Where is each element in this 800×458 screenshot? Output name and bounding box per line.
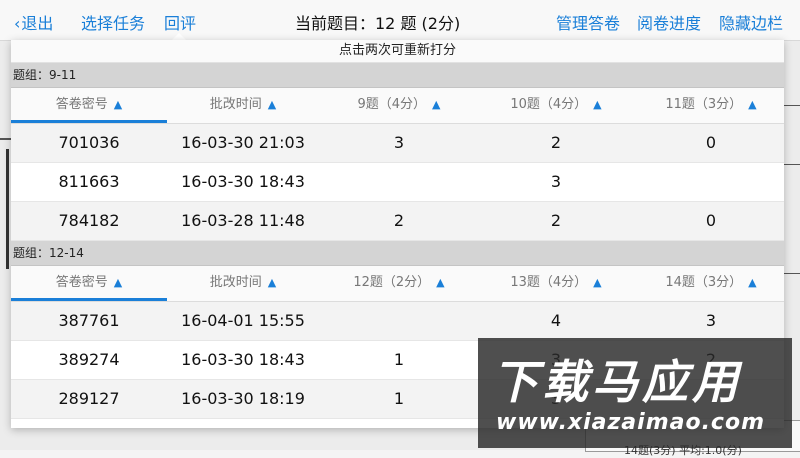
table-row[interactable]: 784182 16-03-28 11:48 2 2 0 — [11, 202, 784, 241]
watermark-logo: 下载马应用 www.xiazaimao.com — [478, 338, 792, 448]
background-rule — [784, 164, 800, 165]
column-header-row: 答卷密号 ▲ 批改时间 ▲ 12题（2分） ▲ 13题（4分） ▲ 14题（3分） ▲ — [11, 266, 784, 302]
score-cell[interactable]: 0 — [633, 124, 784, 162]
sort-by-question-11[interactable]: 11题（3分） ▲ — [633, 88, 784, 123]
sort-by-question-12[interactable]: 12题（2分） ▲ — [319, 266, 479, 301]
sort-by-question-14[interactable]: 14题（3分） ▲ — [633, 266, 784, 301]
chevron-left-icon: ‹ — [14, 14, 21, 33]
score-cell[interactable]: 1 — [319, 341, 479, 379]
group-header: 题组：12-14 — [11, 241, 784, 266]
column-label: 11题（3分） — [665, 97, 743, 112]
sort-caret-icon: ▲ — [267, 98, 277, 111]
score-cell[interactable]: 2 — [479, 202, 633, 240]
manage-papers-button[interactable]: 管理答卷 — [556, 10, 620, 34]
paper-id-cell: 701036 — [58, 133, 120, 152]
sort-by-time[interactable]: 批改时间 ▲ — [167, 88, 319, 123]
rescore-hint: 点击两次可重新打分 — [11, 40, 784, 63]
graded-time-cell: 16-03-30 18:43 — [181, 350, 305, 369]
sort-by-time[interactable]: 批改时间 ▲ — [167, 266, 319, 301]
background-rule — [0, 138, 11, 140]
column-label: 10题（4分） — [510, 97, 588, 112]
paper-id-cell: 784182 — [58, 211, 120, 230]
score-cell[interactable]: 3 — [319, 124, 479, 162]
column-label: 批改时间 — [209, 275, 262, 290]
table-row[interactable]: 387761 16-04-01 15:55 4 3 — [11, 302, 784, 341]
column-label: 14题（3分） — [665, 275, 743, 290]
column-label: 批改时间 — [209, 97, 262, 112]
sort-caret-icon: ▲ — [432, 98, 441, 111]
sort-by-question-9[interactable]: 9题（4分） ▲ — [319, 88, 479, 123]
sort-by-paper-id[interactable]: 答卷密号 ▲ — [11, 266, 167, 301]
background-rule — [784, 105, 800, 106]
select-task-button[interactable]: 选择任务 — [81, 10, 145, 34]
graded-time-cell: 16-04-01 15:55 — [181, 311, 305, 330]
graded-time-cell: 16-03-30 18:43 — [181, 172, 305, 191]
background-rule — [6, 149, 9, 269]
column-header-row: 答卷密号 ▲ 批改时间 ▲ 9题（4分） ▲ 10题（4分） ▲ 11题（3分） ▲ — [11, 88, 784, 124]
review-button[interactable]: 回评 — [164, 10, 196, 34]
graded-time-cell: 16-03-28 11:48 — [181, 211, 305, 230]
score-cell[interactable] — [319, 163, 479, 201]
current-question-title: 当前题目：12 题 (2分) — [295, 14, 461, 33]
back-label: 退出 — [21, 14, 54, 33]
watermark-title: 下载马应用 — [492, 355, 742, 409]
score-cell[interactable]: 0 — [633, 202, 784, 240]
score-cell[interactable] — [319, 302, 479, 340]
sort-caret-icon: ▲ — [748, 276, 757, 289]
sort-caret-icon: ▲ — [267, 276, 277, 289]
sort-caret-icon: ▲ — [113, 98, 123, 111]
sort-by-paper-id[interactable]: 答卷密号 ▲ — [11, 88, 167, 123]
column-label: 9题（4分） — [357, 97, 427, 112]
paper-id-cell — [11, 419, 167, 428]
back-button[interactable]: ‹退出 — [14, 10, 53, 34]
sort-by-question-13[interactable]: 13题（4分） ▲ — [479, 266, 633, 301]
column-label: 答卷密号 — [55, 275, 108, 290]
sort-caret-icon: ▲ — [436, 276, 445, 289]
hide-sidebar-button[interactable]: 隐藏边栏 — [719, 10, 783, 34]
sort-caret-icon: ▲ — [748, 98, 757, 111]
column-label: 13题（4分） — [510, 275, 588, 290]
sort-caret-icon: ▲ — [593, 98, 602, 111]
sort-by-question-10[interactable]: 10题（4分） ▲ — [479, 88, 633, 123]
score-cell[interactable]: 4 — [479, 302, 633, 340]
popover-arrow — [172, 33, 186, 40]
score-cell[interactable]: 2 — [479, 124, 633, 162]
score-cell[interactable]: 3 — [479, 163, 633, 201]
paper-id-cell: 387761 — [58, 311, 120, 330]
sort-caret-icon: ▲ — [113, 276, 123, 289]
grading-progress-button[interactable]: 阅卷进度 — [637, 10, 701, 34]
background-rule — [784, 273, 800, 274]
graded-time-cell — [167, 419, 319, 428]
table-row[interactable]: 811663 16-03-30 18:43 3 — [11, 163, 784, 202]
score-cell[interactable]: 1 — [319, 380, 479, 418]
paper-id-cell: 389274 — [58, 350, 120, 369]
paper-id-cell: 811663 — [58, 172, 120, 191]
table-row[interactable]: 701036 16-03-30 21:03 3 2 0 — [11, 124, 784, 163]
score-cell[interactable]: 3 — [633, 302, 784, 340]
column-label: 答卷密号 — [55, 97, 108, 112]
score-cell[interactable]: 2 — [319, 419, 479, 428]
sort-caret-icon: ▲ — [593, 276, 602, 289]
paper-id-cell: 289127 — [58, 389, 120, 408]
score-cell[interactable]: 2 — [319, 202, 479, 240]
top-navigation-bar: ‹退出 选择任务 回评 当前题目：12 题 (2分) 管理答卷 阅卷进度 隐藏边… — [0, 0, 800, 41]
graded-time-cell: 16-03-30 21:03 — [181, 133, 305, 152]
graded-time-cell: 16-03-30 18:19 — [181, 389, 305, 408]
column-label: 12题（2分） — [353, 275, 431, 290]
watermark-url: www.xiazaimao.com — [496, 410, 766, 435]
score-cell[interactable] — [633, 163, 784, 201]
group-header: 题组：9-11 — [11, 63, 784, 88]
